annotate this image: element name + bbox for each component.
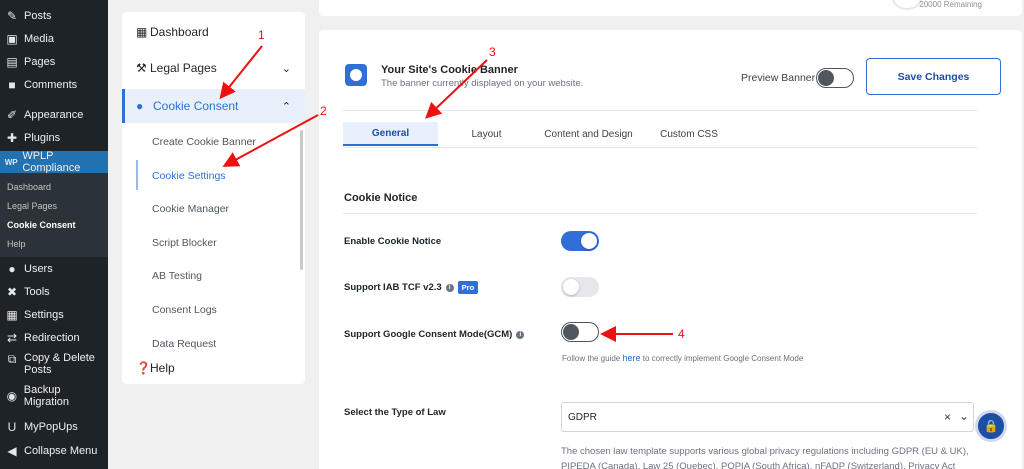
cookie-icon: ● bbox=[136, 99, 144, 113]
wp-menu-backup-migration[interactable]: ◉ Backup Migration bbox=[0, 384, 108, 408]
gcm-toggle[interactable] bbox=[561, 322, 599, 342]
nav-dashboard[interactable]: ▦ Dashboard bbox=[122, 22, 305, 42]
wp-menu-mypopups[interactable]: U MyPopUps bbox=[0, 417, 108, 437]
info-icon[interactable]: i bbox=[445, 283, 454, 292]
nav-create-cookie-banner[interactable]: Create Cookie Banner bbox=[152, 136, 256, 148]
law-selected-value: GDPR bbox=[568, 412, 597, 423]
media-icon: ▣ bbox=[6, 32, 18, 46]
tab-content-design[interactable]: Content and Design bbox=[541, 122, 636, 146]
tab-layout[interactable]: Layout bbox=[459, 122, 514, 146]
wp-sub-help[interactable]: Help bbox=[7, 239, 26, 249]
wp-menu-comments[interactable]: ■ Comments bbox=[0, 75, 108, 95]
settings-card: Your Site's Cookie Banner The banner cur… bbox=[319, 30, 1022, 469]
wplp-icon: WP bbox=[4, 157, 18, 167]
wp-menu-copy-delete-posts[interactable]: ⧉ Copy & Delete Posts bbox=[0, 352, 108, 380]
chevron-up-icon: ⌃ bbox=[281, 100, 291, 113]
nav-data-request[interactable]: Data Request bbox=[152, 338, 216, 350]
wp-admin-sidebar: ✎ Posts ▣ Media ▤ Pages ■ Comments ✐ Appearan… bbox=[0, 0, 108, 469]
wp-menu-plugins[interactable]: ✚ Plugins bbox=[0, 128, 108, 148]
enable-cookie-notice-toggle[interactable] bbox=[561, 231, 599, 251]
backup-icon: ◉ bbox=[6, 389, 18, 403]
lock-icon: 🔒 bbox=[983, 419, 999, 433]
wp-menu-media[interactable]: ▣ Media bbox=[0, 29, 108, 49]
divider bbox=[343, 147, 977, 148]
gavel-icon: ⚒ bbox=[136, 61, 147, 75]
law-type-select[interactable]: GDPR × ⌄ bbox=[561, 402, 974, 432]
annotation-number: 2 bbox=[320, 104, 327, 118]
iab-label: Support IAB TCF v2.3 i Pro bbox=[344, 281, 479, 294]
nav-cookie-manager[interactable]: Cookie Manager bbox=[152, 203, 229, 215]
wp-menu-users[interactable]: ● Users bbox=[0, 259, 108, 279]
gcm-help-text: Follow the guide here to correctly imple… bbox=[562, 353, 804, 363]
usage-card: 20000 Remaining bbox=[319, 0, 1022, 16]
collapse-icon: ◀ bbox=[7, 444, 17, 458]
copy-icon: ⧉ bbox=[7, 352, 17, 366]
plugins-icon: ✚ bbox=[6, 131, 18, 145]
wp-menu-posts[interactable]: ✎ Posts bbox=[0, 6, 108, 26]
plugin-nav: ▦ Dashboard ⚒ Legal Pages ⌄ ● Cookie Consent… bbox=[122, 12, 305, 384]
nav-cookie-consent[interactable]: ● Cookie Consent ⌃ bbox=[122, 89, 305, 123]
nav-help[interactable]: ❓ Help bbox=[122, 358, 305, 378]
usage-ring bbox=[892, 0, 922, 10]
redirection-icon: ⇄ bbox=[6, 331, 18, 345]
help-icon: ❓ bbox=[136, 361, 151, 375]
wp-sub-dashboard[interactable]: Dashboard bbox=[7, 182, 51, 192]
wp-submenu: Dashboard Legal Pages Cookie Consent Hel… bbox=[0, 173, 108, 257]
tools-icon: ✖ bbox=[6, 285, 18, 299]
remaining-count: 20000 Remaining bbox=[919, 0, 982, 9]
wp-menu-tools[interactable]: ✖ Tools bbox=[0, 282, 108, 302]
preview-banner-toggle[interactable] bbox=[816, 68, 854, 88]
nav-scrollbar[interactable] bbox=[300, 130, 303, 270]
selected-indicator bbox=[136, 160, 138, 190]
nav-consent-logs[interactable]: Consent Logs bbox=[152, 304, 217, 316]
pro-badge: Pro bbox=[457, 281, 479, 294]
comments-icon: ■ bbox=[8, 78, 16, 92]
wp-sub-cookie-consent[interactable]: Cookie Consent bbox=[7, 220, 76, 230]
section-title: Cookie Notice bbox=[344, 192, 418, 204]
gcm-label: Support Google Consent Mode(GCM) i bbox=[344, 329, 525, 340]
save-changes-button[interactable]: Save Changes bbox=[866, 58, 1001, 95]
enable-cookie-notice-label: Enable Cookie Notice bbox=[344, 236, 442, 247]
pages-icon: ▤ bbox=[6, 55, 18, 69]
floating-help-bubble[interactable]: 🔒 bbox=[975, 410, 1007, 442]
chevron-down-icon[interactable]: ⌄ bbox=[959, 409, 969, 423]
divider bbox=[343, 213, 977, 214]
tab-general[interactable]: General bbox=[343, 122, 438, 146]
banner-title: Your Site's Cookie Banner bbox=[381, 64, 518, 76]
chevron-down-icon: ⌄ bbox=[281, 62, 291, 75]
annotation-number: 4 bbox=[678, 327, 685, 341]
preview-banner-label: Preview Banner bbox=[741, 72, 816, 84]
clear-icon[interactable]: × bbox=[944, 410, 951, 424]
settings-icon: ▦ bbox=[6, 308, 18, 322]
annotation-number: 1 bbox=[258, 28, 265, 42]
cookie-logo-icon bbox=[345, 64, 367, 86]
appearance-icon: ✐ bbox=[6, 108, 18, 122]
nav-script-blocker[interactable]: Script Blocker bbox=[152, 237, 217, 249]
wp-menu-appearance[interactable]: ✐ Appearance bbox=[0, 105, 108, 125]
wp-menu-pages[interactable]: ▤ Pages bbox=[0, 52, 108, 72]
info-icon[interactable]: i bbox=[516, 330, 525, 339]
law-type-label: Select the Type of Law bbox=[344, 407, 446, 418]
annotation-number: 3 bbox=[489, 45, 496, 59]
nav-ab-testing[interactable]: AB Testing bbox=[152, 270, 202, 282]
gcm-guide-link[interactable]: here bbox=[623, 353, 641, 363]
wp-menu-redirection[interactable]: ⇄ Redirection bbox=[0, 328, 108, 348]
wp-sub-legal-pages[interactable]: Legal Pages bbox=[7, 201, 57, 211]
nav-legal-pages[interactable]: ⚒ Legal Pages ⌄ bbox=[122, 58, 305, 78]
iab-toggle[interactable] bbox=[561, 277, 599, 297]
mypopups-icon: U bbox=[7, 420, 17, 434]
users-icon: ● bbox=[8, 262, 16, 276]
banner-subtitle: The banner currently displayed on your w… bbox=[381, 78, 584, 89]
wp-menu-collapse[interactable]: ◀ Collapse Menu bbox=[0, 441, 108, 461]
divider bbox=[343, 110, 977, 111]
tab-custom-css[interactable]: Custom CSS bbox=[659, 122, 719, 146]
pin-icon: ✎ bbox=[6, 9, 18, 23]
law-description: The chosen law template supports various… bbox=[561, 446, 969, 469]
dashboard-icon: ▦ bbox=[136, 25, 148, 39]
wp-menu-wplp-compliance[interactable]: WP WPLP Compliance bbox=[0, 150, 108, 174]
wp-menu-settings[interactable]: ▦ Settings bbox=[0, 305, 108, 325]
nav-cookie-settings[interactable]: Cookie Settings bbox=[152, 170, 226, 182]
